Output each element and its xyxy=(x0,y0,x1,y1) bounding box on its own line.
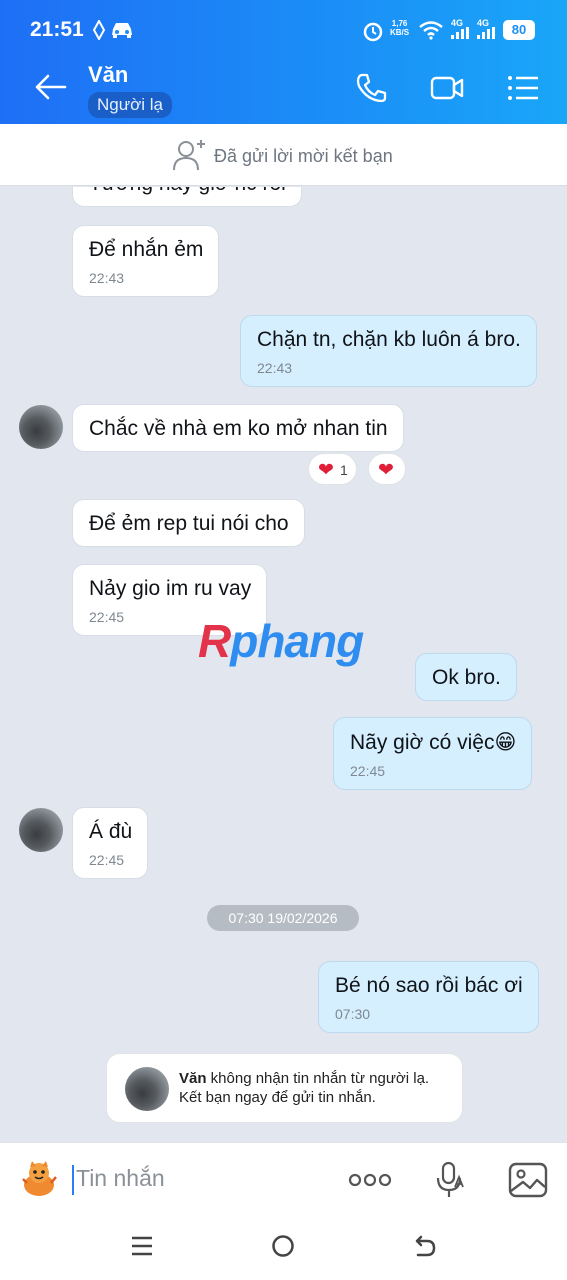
text-cursor xyxy=(72,1165,74,1195)
home-icon[interactable] xyxy=(271,1234,295,1258)
message-bubble[interactable]: Ok bro. xyxy=(415,653,517,701)
heart-reaction-icon: ❤ xyxy=(318,460,334,481)
message-time: 22:43 xyxy=(257,360,293,376)
message-composer: Tin nhắn xyxy=(0,1142,567,1216)
recent-apps-icon[interactable] xyxy=(131,1234,153,1258)
car-icon xyxy=(112,23,132,38)
message-text: Ok bro. xyxy=(432,666,501,689)
network-speed: 1,76 KB/S xyxy=(390,19,410,37)
notice-text: Văn không nhận tin nhắn từ người lạ. Kết… xyxy=(179,1070,430,1106)
phone-icon[interactable] xyxy=(354,72,388,104)
stranger-badge: Người lạ xyxy=(88,92,172,118)
message-time: 07:30 xyxy=(335,1006,371,1022)
heart-icon: ❤ xyxy=(378,460,394,481)
message-time: 22:45 xyxy=(89,852,125,868)
message-bubble[interactable]: Để nhắn ẻm 22:43 xyxy=(72,225,220,297)
menu-list-icon[interactable] xyxy=(506,72,540,104)
system-navigation-bar xyxy=(0,1216,567,1280)
diamond-icon xyxy=(92,20,106,40)
friend-request-bar: Đã gửi lời mời kết bạn xyxy=(0,124,567,186)
contact-name[interactable]: Văn xyxy=(88,62,128,88)
grin-emoji: 😁 xyxy=(494,731,517,754)
sticker-icon[interactable] xyxy=(18,1159,60,1199)
video-call-icon[interactable] xyxy=(430,72,464,104)
message-text: Chắc về nhà em ko mở nhan tin xyxy=(89,417,388,440)
message-bubble[interactable]: Để ẻm rep tui nói cho xyxy=(72,499,305,547)
reaction-summary[interactable]: ❤ 1 xyxy=(308,453,357,485)
message-text: Tưởng nãy giờ nc rồi xyxy=(89,187,286,195)
contact-avatar[interactable] xyxy=(19,405,63,449)
image-icon[interactable] xyxy=(508,1161,548,1199)
message-text: Chặn tn, chặn kb luôn á bro. xyxy=(257,328,521,351)
friend-request-text: Đã gửi lời mời kết bạn xyxy=(214,146,393,166)
message-bubble[interactable]: Bé nó sao rồi bác ơi 07:30 xyxy=(318,961,539,1033)
message-input[interactable]: Tin nhắn xyxy=(76,1165,165,1192)
status-bar: 21:51 1,76 KB/S 4G 4G 80 xyxy=(0,0,567,60)
reaction-count: 1 xyxy=(340,462,348,478)
message-time: 22:45 xyxy=(350,763,386,779)
message-time: 22:43 xyxy=(89,270,125,286)
message-text: Để ẻm rep tui nói cho xyxy=(89,512,289,535)
message-text: Nãy giờ có việc xyxy=(350,731,495,754)
battery-indicator: 80 xyxy=(503,20,535,40)
message-text: Nảy gio im ru vay xyxy=(89,577,252,600)
chat-area[interactable]: Tưởng nãy giờ nc rồi Để nhắn ẻm 22:43 Ch… xyxy=(0,187,567,1142)
signal-icon-1 xyxy=(451,27,469,39)
message-text: Bé nó sao rồi bác ơi xyxy=(335,974,523,997)
message-text: Để nhắn ẻm xyxy=(89,238,204,261)
message-text: Á đù xyxy=(89,820,133,843)
back-arrow-icon[interactable] xyxy=(34,72,68,102)
react-button[interactable]: ❤ xyxy=(368,453,406,485)
contact-avatar xyxy=(125,1067,169,1111)
more-icon[interactable] xyxy=(348,1171,392,1189)
alarm-icon xyxy=(363,22,383,42)
message-bubble[interactable]: Chặn tn, chặn kb luôn á bro. 22:43 xyxy=(240,315,537,387)
contact-avatar[interactable] xyxy=(19,808,63,852)
notice-name: Văn xyxy=(179,1070,207,1087)
voice-icon[interactable] xyxy=(434,1161,466,1199)
date-separator: 07:30 19/02/2026 xyxy=(207,905,359,931)
message-bubble[interactable]: Á đù 22:45 xyxy=(72,807,149,879)
stranger-notice: Văn không nhận tin nhắn từ người lạ. Kết… xyxy=(106,1053,463,1123)
signal-icon-2 xyxy=(477,27,495,39)
wifi-icon xyxy=(419,21,443,40)
app-bar: Văn Người lạ xyxy=(0,60,567,124)
back-icon[interactable] xyxy=(413,1234,437,1258)
watermark-logo: Rphang xyxy=(198,615,364,667)
header: 21:51 1,76 KB/S 4G 4G 80 Văn Người lạ xyxy=(0,0,567,124)
status-time: 21:51 xyxy=(30,18,84,41)
add-friend-icon xyxy=(173,140,205,171)
message-bubble[interactable]: Chắc về nhà em ko mở nhan tin xyxy=(72,404,404,452)
message-bubble[interactable]: Nãy giờ có việc😁 22:45 xyxy=(333,717,533,790)
message-bubble[interactable]: Tưởng nãy giờ nc rồi xyxy=(72,187,302,207)
